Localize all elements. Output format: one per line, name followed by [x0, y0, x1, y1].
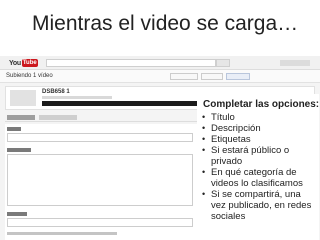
option-item-share: • Si se compartirá, una vez publicado, en…: [201, 189, 317, 222]
tags-field[interactable]: [7, 218, 193, 227]
bullet-icon: •: [202, 145, 206, 155]
tab-basic-info[interactable]: [7, 115, 35, 120]
options-heading: Completar las opciones:: [203, 99, 320, 110]
user-menu[interactable]: [280, 60, 310, 66]
options-list: • Título • Descripción • Etiquetas • Si esta…: [201, 112, 317, 222]
option-text: Descripción: [211, 123, 261, 134]
bullet-icon: •: [202, 189, 206, 199]
tags-hint: [7, 232, 117, 235]
option-item-privacy: • Si estará público o privado: [201, 145, 317, 167]
option-text: Si estará público o privado: [211, 145, 290, 167]
video-status-text: [42, 96, 112, 99]
youtube-logo-you: You: [9, 59, 21, 67]
options-panel: Completar las opciones: • Título • Descrip…: [197, 94, 319, 240]
option-item-title: • Título: [201, 112, 317, 123]
slide-title: Mientras el video se carga…: [32, 12, 299, 35]
option-text: Título: [211, 112, 235, 123]
bullet-icon: •: [202, 112, 206, 122]
bullet-icon: •: [202, 134, 206, 144]
upload-title: Subiendo 1 vídeo: [6, 73, 53, 79]
form-left-column: [5, 124, 195, 240]
header-button-2[interactable]: [201, 73, 223, 80]
youtube-logo[interactable]: You Tube: [9, 59, 38, 67]
bullet-icon: •: [202, 123, 206, 133]
title-field[interactable]: [7, 133, 193, 142]
option-text: Si se compartirá, una vez publicado, en …: [211, 189, 312, 222]
video-name: DSB658 1: [42, 89, 70, 95]
header-button-1[interactable]: [170, 73, 198, 80]
option-item-description: • Descripción: [201, 123, 317, 134]
search-input[interactable]: [46, 59, 216, 67]
tab-advanced-settings[interactable]: [39, 115, 77, 120]
option-text: En qué categoría de videos lo clasificam…: [211, 167, 303, 189]
upload-header: Subiendo 1 vídeo: [0, 70, 320, 83]
search-button[interactable]: [216, 59, 230, 67]
tags-label: [7, 212, 27, 216]
bullet-icon: •: [202, 167, 206, 177]
title-label: [7, 127, 21, 131]
option-item-category: • En qué categoría de videos lo clasifica…: [201, 167, 317, 189]
video-thumbnail: [10, 90, 36, 106]
description-label: [7, 148, 31, 152]
description-field[interactable]: [7, 154, 193, 206]
option-text: Etiquetas: [211, 134, 251, 145]
option-item-tags: • Etiquetas: [201, 134, 317, 145]
youtube-top-bar: You Tube: [0, 56, 320, 70]
youtube-logo-tube: Tube: [21, 59, 38, 67]
publish-button[interactable]: [226, 73, 250, 80]
